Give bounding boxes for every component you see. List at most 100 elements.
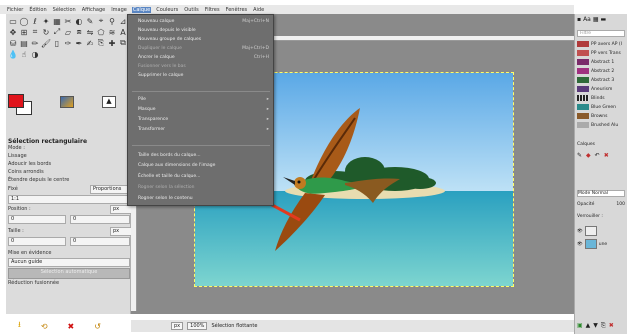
ellipse-select-icon[interactable]: ◯ [19, 16, 29, 26]
scale-icon[interactable]: ⤢ [52, 27, 62, 37]
foreground-select-icon[interactable]: ◐ [74, 16, 84, 26]
smudge-icon[interactable]: ☝ [19, 49, 29, 59]
menu-item-new-from-visible[interactable]: Nouveau depuis le visible [130, 28, 272, 35]
gradient-item[interactable]: PP vers Trans [577, 49, 625, 57]
eye-icon[interactable]: 👁 [577, 242, 583, 247]
menu-item-delete-layer[interactable]: Supprimer le calque [130, 73, 272, 80]
fuzzy-select-icon[interactable]: ✦ [41, 16, 51, 26]
menu-image[interactable]: Image [110, 7, 128, 13]
size-width-field[interactable]: 0 [8, 237, 66, 246]
menu-item-crop-to-selection[interactable]: Rogner selon la sélection [130, 185, 272, 192]
gradient-item[interactable]: Abstract 1 [577, 58, 625, 66]
filter-input[interactable]: Filtre [577, 30, 625, 37]
menu-item-duplicate-layer[interactable]: Dupliquer le calque Maj+Ctrl+D [130, 46, 272, 53]
scissors-icon[interactable]: ✂ [63, 16, 73, 26]
delete-options-icon[interactable]: ✖ [68, 322, 75, 331]
aspect-ratio-field[interactable]: 1:1 [8, 195, 130, 204]
color-select-icon[interactable]: ▦ [52, 16, 62, 26]
layer-row[interactable]: 👁 une [577, 238, 625, 250]
shear-icon[interactable]: ▱ [63, 27, 73, 37]
highlight-checkbox[interactable]: Mise en évidence [8, 250, 51, 256]
gradient-item[interactable]: Brushed Alu [577, 121, 625, 129]
eye-icon[interactable]: 👁 [577, 229, 583, 234]
blend-icon[interactable]: ▤ [19, 38, 29, 48]
menu-affichage[interactable]: Affichage [81, 7, 107, 13]
ink-icon[interactable]: ✒ [74, 38, 84, 48]
pattern-tab-icon[interactable]: ▦ [593, 16, 599, 24]
image-preview-icon[interactable]: ▲ [102, 96, 116, 108]
align-icon[interactable]: ⊞ [19, 27, 29, 37]
gradient-item[interactable]: Abstract 2 [577, 67, 625, 75]
save-options-icon[interactable]: ⭳ [18, 319, 21, 333]
opacity-control[interactable]: Opacité 100 [577, 202, 625, 209]
eraser-icon[interactable]: ▯ [52, 38, 62, 48]
menu-selection[interactable]: Sélection [52, 7, 77, 13]
close-icon[interactable]: ✖ [604, 152, 609, 160]
menu-item-transform[interactable]: Transformer ▸ [130, 127, 272, 134]
gradient-item[interactable]: Abstract 3 [577, 76, 625, 84]
menu-item-transparency[interactable]: Transparence ▸ [130, 117, 272, 124]
rounded-corners-checkbox[interactable]: Coins arrondis [8, 169, 44, 175]
reset-options-icon[interactable]: ↺ [94, 322, 101, 331]
menu-item-merge-down[interactable]: Fusionner vers le bas [130, 64, 272, 71]
expand-center-checkbox[interactable]: Étendre depuis le centre [8, 177, 69, 183]
fixed-checkbox[interactable]: Fixé [8, 186, 18, 192]
position-unit-select[interactable]: px [110, 205, 132, 214]
unit-select[interactable]: px [171, 322, 184, 330]
brush-tab-icon[interactable]: ▪ [577, 16, 581, 24]
menu-item-stack[interactable]: Pile ▸ [130, 97, 272, 104]
lasso-icon[interactable]: ℓ [30, 16, 40, 26]
gradient-item[interactable]: Aneurism [577, 85, 625, 93]
fixed-mode-select[interactable]: Proportions [90, 185, 132, 194]
fg-bg-colors[interactable] [8, 94, 34, 115]
size-unit-select[interactable]: px [110, 227, 132, 236]
position-y-field[interactable]: 0 [70, 215, 130, 224]
rect-select-icon[interactable]: ▭ [8, 16, 18, 26]
restore-options-icon[interactable]: ⟲ [41, 322, 48, 331]
flip-icon[interactable]: ⇋ [85, 27, 95, 37]
layer-row-floating[interactable]: 👁 [577, 225, 625, 237]
warp-icon[interactable]: ≋ [107, 27, 117, 37]
undo-icon[interactable]: ↶ [595, 152, 600, 160]
zoom-icon[interactable]: ⚲ [107, 16, 117, 26]
foreground-color-swatch[interactable] [8, 94, 24, 108]
heal-icon[interactable]: ✚ [107, 38, 117, 48]
menu-aide[interactable]: Aide [252, 7, 265, 13]
auto-shrink-button[interactable]: Sélection automatique [8, 268, 130, 279]
menu-outils[interactable]: Outils [183, 7, 199, 13]
guides-select[interactable]: Aucun guide [8, 258, 130, 267]
mypaint-brush-icon[interactable]: ✍ [85, 38, 95, 48]
menu-fenetres[interactable]: Fenêtres [225, 7, 249, 13]
menu-calque[interactable]: Calque [131, 6, 152, 13]
gradient-item[interactable]: Browns [577, 112, 625, 120]
new-layer-icon[interactable]: ▣ [577, 322, 583, 330]
menu-item-anchor-layer[interactable]: Ancrer le calque Ctrl+H [130, 55, 272, 62]
paint-tool-icon[interactable]: ✎ [577, 152, 582, 160]
menu-item-new-layer-group[interactable]: Nouveau groupe de calques [130, 37, 272, 44]
menu-item-mask[interactable]: Masque ▸ [130, 107, 272, 114]
airbrush-icon[interactable]: ✑ [63, 38, 73, 48]
menu-filtres[interactable]: Filtres [204, 7, 221, 13]
color-picker-icon[interactable]: ⌖ [96, 16, 106, 26]
menu-fichier[interactable]: Fichier [6, 7, 24, 13]
cage-icon[interactable]: ⬠ [96, 27, 106, 37]
layer-mode-select[interactable]: Mode Normal [577, 190, 625, 197]
zoom-select[interactable]: 100% [187, 322, 208, 330]
paintbrush-icon[interactable]: 🖌 [41, 38, 51, 48]
menu-item-layer-boundary-size[interactable]: Taille des bords du calque... [130, 153, 272, 160]
lower-layer-icon[interactable]: ▼ [593, 322, 598, 330]
duplicate-layer-icon[interactable]: ⎘ [601, 322, 606, 330]
antialias-checkbox[interactable]: Lissage [8, 153, 27, 159]
crop-icon[interactable]: ⌗ [30, 27, 40, 37]
position-x-field[interactable]: 0 [8, 215, 66, 224]
gradient-item[interactable]: Blinds [577, 94, 625, 102]
gradient-item[interactable]: PP avers AP (I [577, 40, 625, 48]
move-icon[interactable]: ✥ [8, 27, 18, 37]
menu-item-layer-to-image-size[interactable]: Calque aux dimensions de l'image [130, 163, 272, 170]
menu-item-new-layer[interactable]: Nouveau calque Maj+Ctrl+N [130, 19, 272, 26]
clone-icon[interactable]: ⎘ [96, 38, 106, 48]
layers-tab[interactable]: Calques [577, 142, 625, 149]
delete-layer-icon[interactable]: ✖ [609, 322, 614, 330]
pattern-icon[interactable] [60, 96, 74, 108]
blur-icon[interactable]: 💧 [8, 49, 18, 59]
